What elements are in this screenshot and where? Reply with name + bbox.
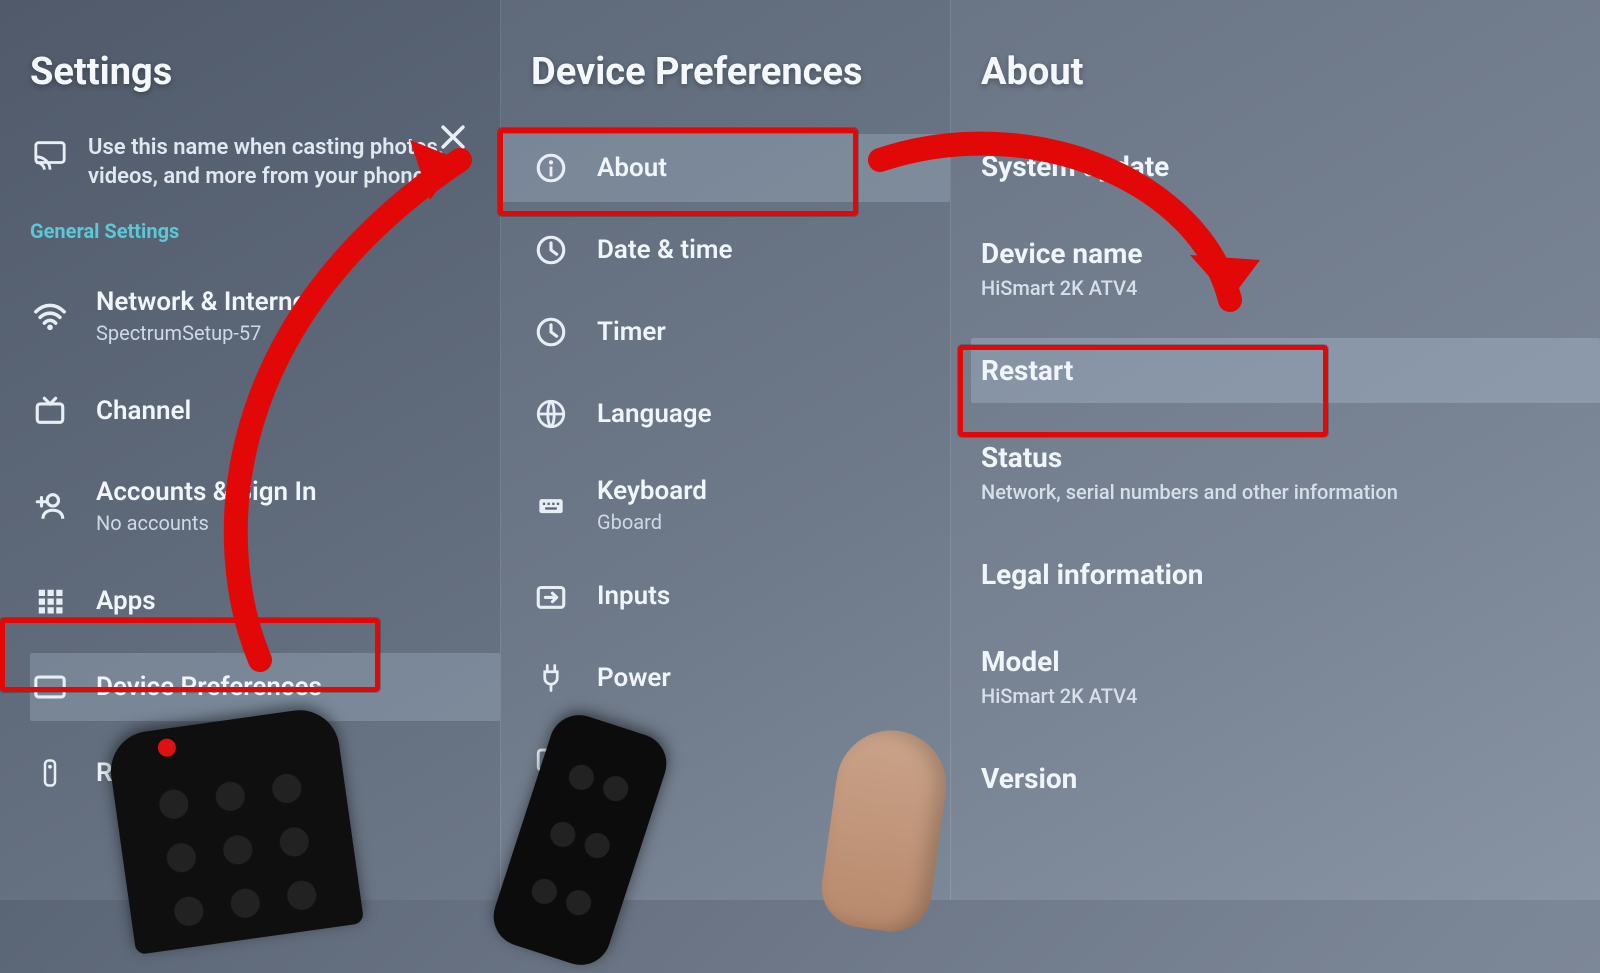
settings-title: Settings <box>30 50 500 94</box>
about-item-model[interactable]: Model HiSmart 2K ATV4 <box>981 629 1600 724</box>
about-panel: About System update Device name HiSmart … <box>950 0 1600 900</box>
about-item-status[interactable]: Status Network, serial numbers and other… <box>981 425 1600 520</box>
apps-icon <box>30 581 70 621</box>
close-icon[interactable] <box>436 120 470 154</box>
about-item-restart[interactable]: Restart <box>971 338 1600 403</box>
settings-item-network[interactable]: Network & InternetSpectrumSetup-57 <box>30 273 500 359</box>
tv-icon <box>30 391 70 431</box>
keyboard-icon <box>531 485 571 525</box>
clock-icon <box>531 312 571 352</box>
pref-item-inputs[interactable]: Inputs <box>501 562 950 630</box>
person-add-icon <box>30 486 70 526</box>
pref-item-keyboard[interactable]: KeyboardGboard <box>501 462 950 548</box>
foreground-remote-1 <box>106 705 364 955</box>
settings-item-channel[interactable]: Channel <box>30 377 500 445</box>
cast-hint-row: Use this name when casting photos, video… <box>30 134 500 191</box>
pref-item-date-time[interactable]: Date & time <box>501 216 950 284</box>
pref-item-timer[interactable]: Timer <box>501 298 950 366</box>
about-item-device-name[interactable]: Device name HiSmart 2K ATV4 <box>981 221 1600 316</box>
wifi-icon <box>30 296 70 336</box>
pref-item-power[interactable]: Power <box>501 644 950 712</box>
clock-icon <box>531 230 571 270</box>
globe-icon <box>531 394 571 434</box>
device-preferences-title: Device Preferences <box>501 50 950 94</box>
settings-item-accounts[interactable]: Accounts & Sign InNo accounts <box>30 463 500 549</box>
display-icon <box>30 667 70 707</box>
about-item-system-update[interactable]: System update <box>981 134 1600 199</box>
general-settings-label: General Settings <box>30 219 500 243</box>
power-plug-icon <box>531 658 571 698</box>
remote-icon <box>30 753 70 793</box>
input-icon <box>531 576 571 616</box>
settings-item-apps[interactable]: Apps <box>30 567 500 635</box>
about-title: About <box>981 50 1600 94</box>
cast-icon <box>30 134 70 174</box>
about-item-legal[interactable]: Legal information <box>981 542 1600 607</box>
pref-item-language[interactable]: Language <box>501 380 950 448</box>
pref-item-about[interactable]: About <box>501 134 950 202</box>
info-icon <box>531 148 571 188</box>
about-item-version[interactable]: Version <box>981 746 1600 811</box>
cast-hint-text: Use this name when casting photos, video… <box>88 134 460 191</box>
settings-item-device-preferences[interactable]: Device Preferences <box>30 653 500 721</box>
